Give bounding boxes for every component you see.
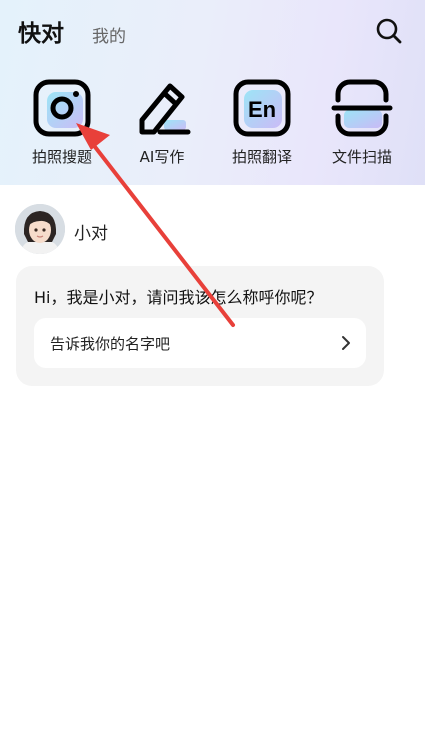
bot-avatar-icon	[15, 204, 65, 254]
suggestion-button[interactable]: 告诉我你的名字吧	[34, 318, 366, 368]
tool-label: 文件扫描	[331, 148, 392, 166]
svg-text:En: En	[248, 97, 276, 122]
tool-photo-search[interactable]: 拍照搜题	[12, 76, 112, 172]
tool-photo-translate[interactable]: En 拍照翻译	[212, 76, 312, 172]
translate-icon: En	[233, 79, 291, 137]
avatar	[15, 204, 65, 254]
search-icon	[376, 18, 402, 44]
tool-label: 拍照搜题	[31, 148, 92, 166]
chat-bubble: Hi，我是小对，请问我该怎么称呼你呢？ 告诉我你的名字吧	[16, 266, 384, 386]
search-button[interactable]	[372, 14, 406, 48]
tab-mine[interactable]: 我的	[92, 22, 126, 47]
pen-icon	[139, 83, 191, 135]
tool-label: 拍照翻译	[231, 148, 292, 166]
tool-file-scan[interactable]: 文件扫描	[312, 76, 412, 172]
bot-name: 小对	[74, 224, 108, 244]
chevron-right-icon	[342, 336, 350, 350]
suggestion-label: 告诉我你的名字吧	[50, 335, 171, 353]
scan-icon	[331, 79, 393, 137]
tool-ai-writing[interactable]: AI写作	[112, 76, 212, 172]
tab-kuaidui[interactable]: 快对	[18, 14, 64, 48]
tool-label: AI写作	[139, 148, 185, 166]
chat-message: Hi，我是小对，请问我该怎么称呼你呢？	[34, 288, 323, 307]
camera-icon	[33, 79, 91, 137]
